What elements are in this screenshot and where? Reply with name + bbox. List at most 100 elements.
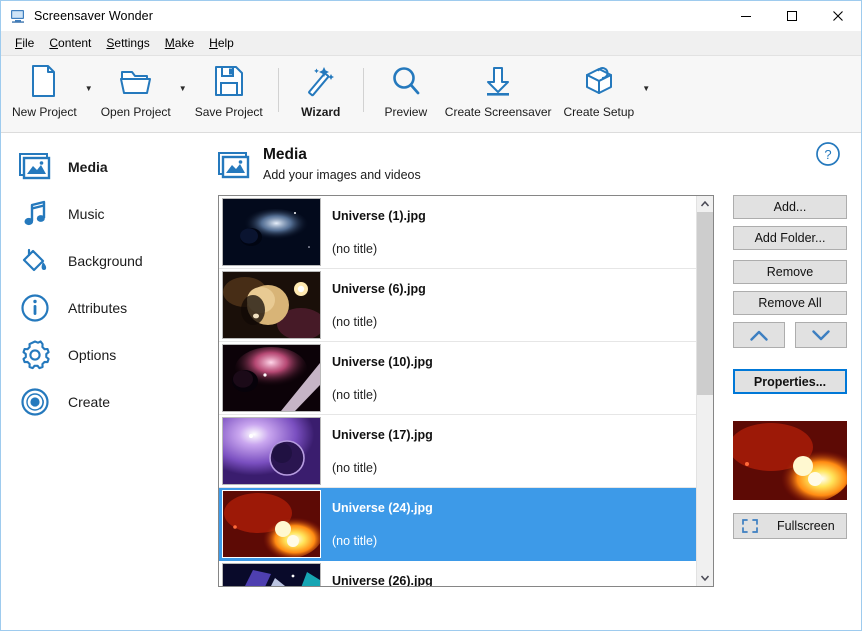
app-window: Screensaver Wonder File Content Settings… bbox=[0, 0, 862, 631]
picture-frame-icon bbox=[15, 149, 55, 185]
download-arrow-icon bbox=[481, 63, 515, 99]
file-name: Universe (24).jpg bbox=[332, 501, 433, 515]
sidebar-item-media-label: Media bbox=[68, 159, 108, 175]
file-title: (no title) bbox=[332, 388, 433, 402]
toolbar-wizard[interactable]: Wizard bbox=[288, 56, 354, 119]
menu-file[interactable]: File bbox=[8, 33, 42, 53]
reorder-buttons bbox=[733, 322, 847, 348]
row-texts: Universe (6).jpg (no title) bbox=[332, 282, 426, 329]
table-row[interactable]: Universe (17).jpg (no title) bbox=[219, 415, 696, 488]
toolbar-create-screensaver-label: Create Screensaver bbox=[445, 105, 552, 119]
monitor-icon bbox=[10, 8, 26, 24]
toolbar-save-project-label: Save Project bbox=[195, 105, 263, 119]
toolbar-preview[interactable]: Preview bbox=[373, 56, 439, 119]
sidebar-item-background[interactable]: Background bbox=[1, 237, 211, 284]
fullscreen-label: Fullscreen bbox=[777, 519, 835, 533]
sidebar-item-attributes-label: Attributes bbox=[68, 300, 127, 316]
row-texts: Universe (17).jpg (no title) bbox=[332, 428, 433, 475]
info-circle-icon bbox=[15, 290, 55, 326]
sidebar-item-music[interactable]: Music bbox=[1, 190, 211, 237]
help-circle-icon[interactable]: ? bbox=[815, 141, 841, 167]
package-box-icon bbox=[581, 63, 617, 99]
magnifier-icon bbox=[389, 63, 423, 99]
file-title: (no title) bbox=[332, 315, 426, 329]
menu-settings[interactable]: Settings bbox=[99, 33, 157, 53]
toolbar-new-project[interactable]: New Project bbox=[6, 56, 83, 119]
title-bar: Screensaver Wonder bbox=[1, 1, 861, 31]
thumb-nebula-navy bbox=[222, 198, 321, 266]
preview-thumbnail bbox=[733, 421, 847, 500]
toolbar-create-setup-label: Create Setup bbox=[564, 105, 635, 119]
toolbar-separator-1 bbox=[278, 68, 279, 112]
svg-text:?: ? bbox=[824, 147, 831, 162]
row-texts: Universe (1).jpg (no title) bbox=[332, 209, 426, 256]
floppy-disk-icon bbox=[212, 63, 246, 99]
remove-all-button[interactable]: Remove All bbox=[733, 291, 847, 315]
file-name: Universe (17).jpg bbox=[332, 428, 433, 442]
paint-bucket-icon bbox=[15, 243, 55, 279]
add-folder-button[interactable]: Add Folder... bbox=[733, 226, 847, 250]
sidebar-item-create[interactable]: Create bbox=[1, 378, 211, 425]
menu-make-rest: ake bbox=[175, 36, 194, 50]
create-setup-dropdown-caret[interactable]: ▼ bbox=[640, 85, 652, 93]
table-row[interactable]: Universe (6).jpg (no title) bbox=[219, 269, 696, 342]
page-subtitle: Add your images and videos bbox=[263, 168, 421, 182]
menu-content-rest: ontent bbox=[58, 36, 91, 50]
move-down-button[interactable] bbox=[795, 322, 847, 348]
sidebar-item-attributes[interactable]: Attributes bbox=[1, 284, 211, 331]
toolbar-create-setup[interactable]: Create Setup bbox=[558, 56, 641, 119]
add-button[interactable]: Add... bbox=[733, 195, 847, 219]
toolbar-create-screensaver[interactable]: Create Screensaver bbox=[439, 56, 558, 119]
file-name: Universe (1).jpg bbox=[332, 209, 426, 223]
menu-content[interactable]: Content bbox=[42, 33, 99, 53]
table-row[interactable]: Universe (1).jpg (no title) bbox=[219, 196, 696, 269]
window-title: Screensaver Wonder bbox=[34, 9, 153, 23]
new-document-icon bbox=[27, 63, 61, 99]
toolbar-save-project[interactable]: Save Project bbox=[189, 56, 269, 119]
page-title: Media bbox=[263, 146, 421, 164]
sidebar-item-background-label: Background bbox=[68, 253, 143, 269]
table-row[interactable]: Universe (10).jpg (no title) bbox=[219, 342, 696, 415]
scrollbar-thumb[interactable] bbox=[697, 212, 713, 395]
new-project-dropdown-caret[interactable]: ▼ bbox=[83, 85, 95, 93]
toolbar-separator-2 bbox=[363, 68, 364, 112]
table-row[interactable]: Universe (26).jpg (no title) bbox=[219, 561, 696, 586]
properties-button[interactable]: Properties... bbox=[733, 369, 847, 394]
menu-file-rest: ile bbox=[22, 36, 34, 50]
sidebar-item-options-label: Options bbox=[68, 347, 116, 363]
maximize-button[interactable] bbox=[769, 1, 815, 31]
toolbar-open-project-label: Open Project bbox=[101, 105, 171, 119]
table-row[interactable]: Universe (24).jpg (no title) bbox=[219, 488, 696, 561]
sidebar-item-music-label: Music bbox=[68, 206, 105, 222]
fullscreen-button[interactable]: Fullscreen bbox=[733, 513, 847, 539]
open-project-dropdown-caret[interactable]: ▼ bbox=[177, 85, 189, 93]
thumb-planet-tan bbox=[222, 271, 321, 339]
sidebar-item-options[interactable]: Options bbox=[1, 331, 211, 378]
menu-make[interactable]: Make bbox=[158, 33, 202, 53]
remove-button[interactable]: Remove bbox=[733, 260, 847, 284]
menu-help[interactable]: Help bbox=[202, 33, 242, 53]
gear-icon bbox=[15, 337, 55, 373]
content-panel: Media Add your images and videos ? bbox=[211, 133, 861, 631]
thumb-nebula-fire bbox=[222, 490, 321, 558]
scroll-down-arrow-icon[interactable] bbox=[697, 570, 713, 586]
content-header: Media Add your images and videos bbox=[211, 143, 861, 195]
file-name: Universe (6).jpg bbox=[332, 282, 426, 296]
window-controls bbox=[723, 1, 861, 31]
sidebar-item-media[interactable]: Media bbox=[1, 143, 211, 190]
picture-frame-icon bbox=[217, 149, 251, 183]
move-up-button[interactable] bbox=[733, 322, 785, 348]
close-button[interactable] bbox=[815, 1, 861, 31]
scroll-up-arrow-icon[interactable] bbox=[697, 196, 713, 212]
row-texts: Universe (10).jpg (no title) bbox=[332, 355, 433, 402]
vertical-scrollbar[interactable] bbox=[696, 196, 713, 586]
toolbar-wizard-label: Wizard bbox=[301, 105, 340, 119]
minimize-button[interactable] bbox=[723, 1, 769, 31]
toolbar-open-project[interactable]: Open Project bbox=[95, 56, 177, 119]
row-texts: Universe (24).jpg (no title) bbox=[332, 501, 433, 548]
media-list-rows: Universe (1).jpg (no title) bbox=[219, 196, 696, 586]
media-actions-panel: Add... Add Folder... Remove Remove All P… bbox=[733, 195, 847, 546]
file-title: (no title) bbox=[332, 461, 433, 475]
disc-icon bbox=[15, 384, 55, 420]
row-texts: Universe (26).jpg (no title) bbox=[332, 574, 433, 587]
